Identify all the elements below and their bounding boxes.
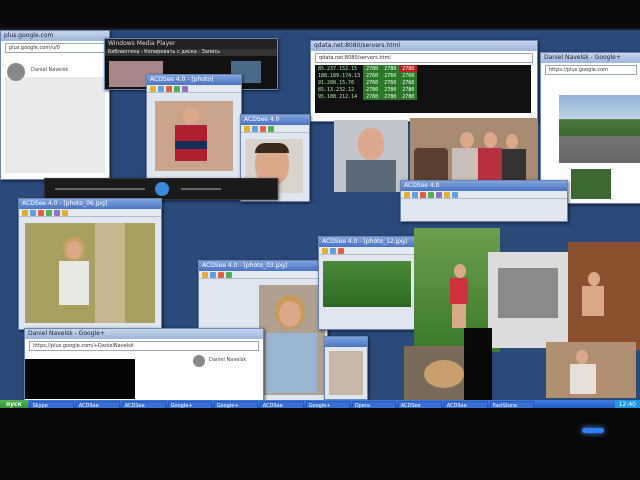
gplus-window-left[interactable]: plus.google.com plus.google.com/u/0 Dani… — [0, 30, 110, 180]
seek-bar[interactable] — [55, 188, 145, 190]
stats-browser-window[interactable]: qdata.net:8080/servers.html qdata.net:80… — [310, 40, 538, 122]
road-photo — [559, 95, 640, 163]
group-photo-bottom — [546, 342, 636, 398]
address-bar[interactable]: https://plus.google.com — [545, 65, 637, 75]
power-led-icon — [582, 428, 604, 433]
acdsee-strip-window[interactable]: ACDSee 4.0 — [400, 180, 568, 222]
acdsee-main-window[interactable]: ACDSee 4.0 - [photo_06.jpg] — [18, 198, 162, 330]
player-menu: Библиотека · Копировать с диска · Запись — [105, 49, 277, 56]
table-row: 85.13.232.12 2780 2780 2780 — [315, 86, 418, 93]
menu-library[interactable]: Библиотека — [108, 49, 139, 55]
map-panel — [5, 77, 105, 173]
avatar — [7, 63, 25, 81]
photo-garden — [323, 261, 411, 307]
window-title[interactable]: Windows Media Player — [105, 39, 277, 49]
toolbar — [401, 191, 567, 199]
window-title[interactable]: ACDSee 4.0 - [photo_03.jpg] — [199, 261, 327, 271]
photo-thumbnail — [329, 351, 363, 395]
window-title[interactable] — [325, 337, 367, 347]
stats-table-panel: 85.237.152.15 2780 2780 2780 188.189.174.13… — [315, 65, 531, 113]
monitor-screen: plus.google.com plus.google.com/u/0 Dani… — [0, 28, 640, 410]
profile-name[interactable]: Daniel Navelsk — [209, 357, 246, 363]
table-row: 91.208.15.76 2760 2760 2760 — [315, 79, 418, 86]
table-row: 95.108.212.14 2780 2780 2780 — [315, 93, 418, 100]
menu-burn[interactable]: Запись — [202, 49, 220, 55]
toolbar — [147, 85, 241, 93]
acdsee-green-window[interactable]: ACDSee 4.0 - [photo_12.jpg] — [318, 236, 416, 330]
black-panel — [464, 328, 492, 400]
volume-bar[interactable] — [181, 188, 221, 190]
table-row: 85.237.152.15 2780 2780 2780 — [315, 65, 418, 72]
monitor-bezel — [0, 408, 640, 480]
acdsee-small-window[interactable] — [324, 336, 368, 400]
menu-rip[interactable]: Копировать с диска — [144, 49, 197, 55]
man-portrait — [334, 120, 408, 192]
address-bar[interactable]: plus.google.com/u/0 — [5, 43, 105, 53]
video-panel — [25, 359, 135, 399]
play-button[interactable] — [155, 182, 169, 196]
window-title[interactable]: Daniel Navelsk - Google+ — [25, 329, 263, 339]
table-row: 188.189.174.13 2760 2760 2760 — [315, 72, 418, 79]
photo-woman — [259, 285, 325, 395]
photo-boy — [155, 101, 233, 171]
toolbar — [19, 209, 161, 217]
window-title[interactable]: plus.google.com — [1, 31, 109, 41]
gplus-window-bottom[interactable]: Daniel Navelsk - Google+ https://plus.go… — [24, 328, 264, 400]
photo-girl — [25, 223, 155, 323]
address-bar[interactable]: https://plus.google.com/+DanielNavelsk — [29, 341, 259, 351]
acdsee-window[interactable]: ACDSee 4.0 - [photo] — [146, 74, 242, 180]
window-title[interactable]: ACDSee 4.0 — [401, 181, 567, 191]
profile-name[interactable]: Daniel Navelsk — [31, 67, 68, 73]
server-table: 85.237.152.15 2780 2780 2780 188.189.174.13… — [315, 65, 418, 100]
window-title[interactable]: ACDSee 4.0 — [241, 115, 309, 125]
thumbnail — [571, 169, 611, 199]
window-title[interactable]: ACDSee 4.0 - [photo] — [147, 75, 241, 85]
address-bar[interactable]: qdata.net:8080/servers.html — [315, 53, 533, 63]
toolbar — [241, 125, 309, 133]
window-title[interactable]: Daniel Navelsk - Google+ — [541, 53, 640, 63]
avatar — [193, 355, 205, 367]
window-title[interactable]: ACDSee 4.0 - [photo_12.jpg] — [319, 237, 415, 247]
toolbar — [319, 247, 415, 255]
window-title[interactable]: qdata.net:8080/servers.html — [311, 41, 537, 51]
player-controls[interactable] — [44, 178, 278, 200]
window-title[interactable]: ACDSee 4.0 - [photo_06.jpg] — [19, 199, 161, 209]
toolbar — [199, 271, 327, 279]
indoor-photo — [488, 252, 568, 348]
desktop: plus.google.com plus.google.com/u/0 Dani… — [0, 30, 640, 400]
man-at-computer-photo — [568, 242, 640, 350]
